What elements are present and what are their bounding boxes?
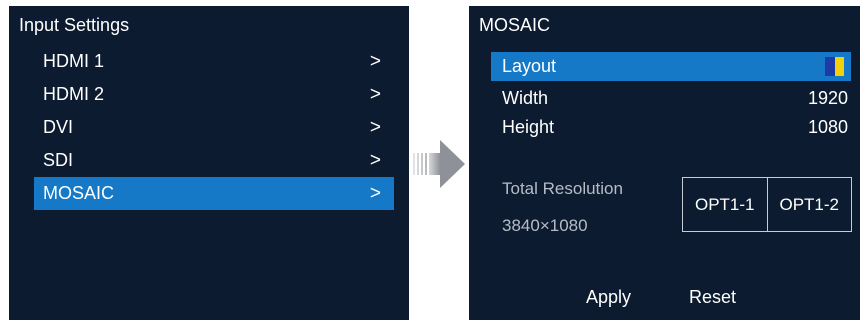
total-resolution-label: Total Resolution	[502, 179, 623, 198]
height-value: 1080	[807, 117, 848, 137]
layout-row[interactable]: Layout	[491, 52, 851, 81]
height-label: Height	[502, 117, 555, 137]
apply-button[interactable]: Apply	[586, 286, 631, 308]
width-value: 1920	[807, 88, 848, 108]
chevron-right-icon: >	[369, 51, 381, 72]
menu-item-hdmi-1[interactable]: HDMI 1 >	[34, 45, 394, 78]
chevron-right-icon: >	[369, 84, 381, 105]
menu-item-label: MOSAIC	[43, 183, 115, 203]
chevron-right-icon: >	[369, 117, 381, 138]
menu-item-label: SDI	[43, 150, 74, 170]
total-resolution-value: 3840×1080	[502, 216, 588, 235]
layout-label: Layout	[502, 56, 557, 76]
reset-button[interactable]: Reset	[689, 286, 736, 308]
input-menu: HDMI 1 > HDMI 2 > DVI > SDI > MOSAIC >	[34, 45, 394, 210]
chevron-right-icon: >	[369, 183, 381, 204]
output-options: OPT1-1 OPT1-2	[682, 177, 852, 232]
transition-arrow-icon	[413, 140, 465, 188]
menu-item-sdi[interactable]: SDI >	[34, 144, 394, 177]
height-row[interactable]: Height 1080	[491, 113, 851, 142]
option-opt1-1[interactable]: OPT1-1	[683, 178, 767, 231]
chevron-right-icon: >	[369, 150, 381, 171]
menu-item-dvi[interactable]: DVI >	[34, 111, 394, 144]
option-opt1-2[interactable]: OPT1-2	[766, 178, 852, 231]
panel-title: Input Settings	[19, 15, 130, 35]
menu-item-label: DVI	[43, 117, 74, 137]
panel-title: MOSAIC	[479, 15, 551, 35]
swatch-blue	[825, 57, 835, 76]
menu-item-mosaic[interactable]: MOSAIC >	[34, 177, 394, 210]
swatch-yellow	[834, 57, 844, 76]
input-settings-panel: Input Settings HDMI 1 > HDMI 2 > DVI > S…	[9, 6, 409, 320]
layout-swatch-icon	[825, 57, 844, 76]
menu-item-label: HDMI 2	[43, 84, 105, 104]
width-label: Width	[502, 88, 549, 108]
menu-item-hdmi-2[interactable]: HDMI 2 >	[34, 78, 394, 111]
mosaic-panel: MOSAIC Layout Width 1920 Height 1080 Tot…	[469, 6, 860, 320]
menu-item-label: HDMI 1	[43, 51, 105, 71]
width-row[interactable]: Width 1920	[491, 84, 851, 113]
